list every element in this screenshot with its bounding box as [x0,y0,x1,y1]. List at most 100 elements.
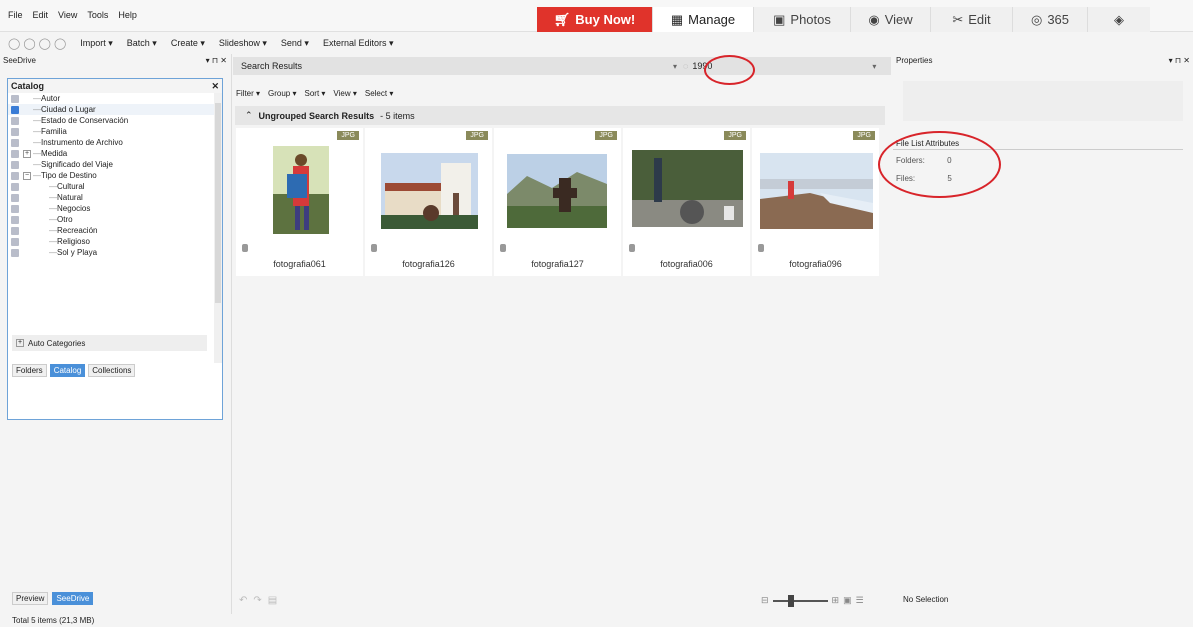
auto-categories[interactable]: + Auto Categories [12,335,207,351]
thumbnail[interactable]: JPG fotografia127 [494,128,621,276]
search-results-label: Search Results [241,61,303,71]
catalog-item-icon [11,215,19,224]
tree-item-label: Familia [41,127,67,136]
filter-button[interactable]: Filter ▾ [236,89,260,98]
tab-photos[interactable]: ▣ Photos [753,7,850,32]
panel-controls-icon[interactable]: ▾ ⊓ ✕ [1169,56,1190,66]
tree-item[interactable]: — Estado de Conservación [8,115,222,126]
thumbnail[interactable]: JPG fotografia126 [365,128,492,276]
back-icon[interactable]: ◯ [23,37,35,50]
expand-icon[interactable]: + [16,339,24,347]
tree-item-label: Tipo de Destino [41,171,97,180]
zoom-slider[interactable] [772,594,828,607]
rotate-right-icon[interactable]: ↷ [253,595,261,606]
expand-icon[interactable]: − [23,171,31,180]
tab-365[interactable]: ◎ 365 [1012,7,1087,32]
zoom-thumb[interactable] [787,594,794,607]
tab-catalog[interactable]: Catalog [49,364,86,377]
center-panel: Search Results ▾ ◌ 1990 ▾ Filter ▾ Group… [231,54,891,614]
catalog-scrollbar[interactable] [214,93,222,363]
slideshow-button[interactable]: Slideshow ▾ [219,38,267,49]
collapse-icon[interactable]: ⌃ [245,110,253,121]
panel-controls-icon[interactable]: ▾ ⊓ ✕ [206,56,227,66]
menu-help[interactable]: Help [118,10,137,20]
rotate-left-icon[interactable]: ↶ [239,595,247,606]
tree-item[interactable]: — Instrumento de Archivo [8,137,222,148]
tab-dev[interactable]: ◈ [1087,7,1150,32]
list-view-icon[interactable]: ☰ [856,595,864,606]
close-icon[interactable]: ✕ [211,81,219,91]
menu-edit[interactable]: Edit [33,10,49,20]
thumbnail-name: fotografia061 [273,259,326,269]
tree-item[interactable]: — Recreación [8,225,222,236]
scroll-thumb[interactable] [215,103,221,303]
tree-item[interactable]: − — Tipo de Destino [8,170,222,181]
tab-preview[interactable]: Preview [12,592,49,605]
external-editors-button[interactable]: External Editors ▾ [323,38,394,49]
tree-item-label: Ciudad o Lugar [41,105,96,114]
tree-item[interactable]: — Otro [8,214,222,225]
tab-view[interactable]: ◉ View [850,7,930,32]
tree-item[interactable]: + — Medida [8,148,222,159]
tab-folders[interactable]: Folders [12,364,47,377]
bottom-tools: ↶ ↷ ▤ [239,595,277,606]
menu-view[interactable]: View [58,10,77,20]
search-dropdown-icon[interactable]: ▾ [872,62,876,71]
tab-edit[interactable]: ✂ Edit [930,7,1012,32]
database-icon [500,244,506,252]
tree-item[interactable]: — Autor [8,93,222,104]
tab-seedrive[interactable]: SeeDrive [52,592,94,605]
tab-collections[interactable]: Collections [88,364,136,377]
catalog-item-icon [11,149,19,158]
tree-item[interactable]: — Religioso [8,236,222,247]
dropdown-icon[interactable]: ▾ [673,62,677,71]
batch-button[interactable]: Batch ▾ [127,38,157,49]
photo-image [507,154,607,228]
tree-item[interactable]: — Significado del Viaje [8,159,222,170]
tree-item[interactable]: — Familia [8,126,222,137]
tree-item[interactable]: — Ciudad o Lugar [8,104,222,115]
import-button[interactable]: Import ▾ [80,38,113,49]
send-button[interactable]: Send ▾ [281,38,309,49]
tree-connector: — [33,171,41,180]
zoom-out-icon[interactable]: ⊟ [761,595,769,606]
buy-now-button[interactable]: 🛒︎ Buy Now! [537,7,652,32]
select-button[interactable]: Select ▾ [365,89,393,98]
zoom-in-icon[interactable]: ⊞ [832,595,840,606]
view-button[interactable]: View ▾ [333,89,356,98]
tree-item[interactable]: — Negocios [8,203,222,214]
expand-icon[interactable]: + [23,149,31,158]
group-button[interactable]: Group ▾ [268,89,296,98]
jpg-badge: JPG [853,131,875,140]
tag-icon[interactable]: ▤ [268,595,277,606]
photo-image [760,153,873,229]
properties-title: Properties ▾ ⊓ ✕ [896,56,1190,66]
group-header[interactable]: ⌃ Ungrouped Search Results - 5 items [235,106,885,125]
thumbnail[interactable]: JPG fotografia096 [752,128,879,276]
database-icon [371,244,377,252]
tree-item-label: Medida [41,149,68,158]
fit-icon[interactable]: ▣ [843,595,852,606]
menu-tools[interactable]: Tools [87,10,108,20]
up-icon[interactable]: ◯ [54,37,66,50]
tree-item-label: Instrumento de Archivo [41,138,123,147]
thumbnail[interactable]: JPG fotografia061 [236,128,363,276]
forward-icon[interactable]: ◯ [39,37,51,50]
thumbnail-name: fotografia126 [402,259,455,269]
group-count: - 5 items [380,110,415,121]
tab-manage[interactable]: ▦ Manage [652,7,753,32]
menu-file[interactable]: File [8,10,23,20]
catalog-item-icon [11,193,19,202]
thumbnail[interactable]: JPG fotografia006 [623,128,750,276]
create-button[interactable]: Create ▾ [171,38,205,49]
tree-item[interactable]: — Natural [8,192,222,203]
tree-item[interactable]: — Sol y Playa [8,247,222,258]
tree-connector: — [33,160,41,169]
database-icon [758,244,764,252]
sort-button[interactable]: Sort ▾ [305,89,326,98]
refresh-icon[interactable]: ◯ [8,37,20,50]
cart-icon: 🛒︎ [553,11,571,27]
splitter[interactable] [231,54,232,614]
tree-item-label: Sol y Playa [57,248,98,257]
tree-item[interactable]: — Cultural [8,181,222,192]
